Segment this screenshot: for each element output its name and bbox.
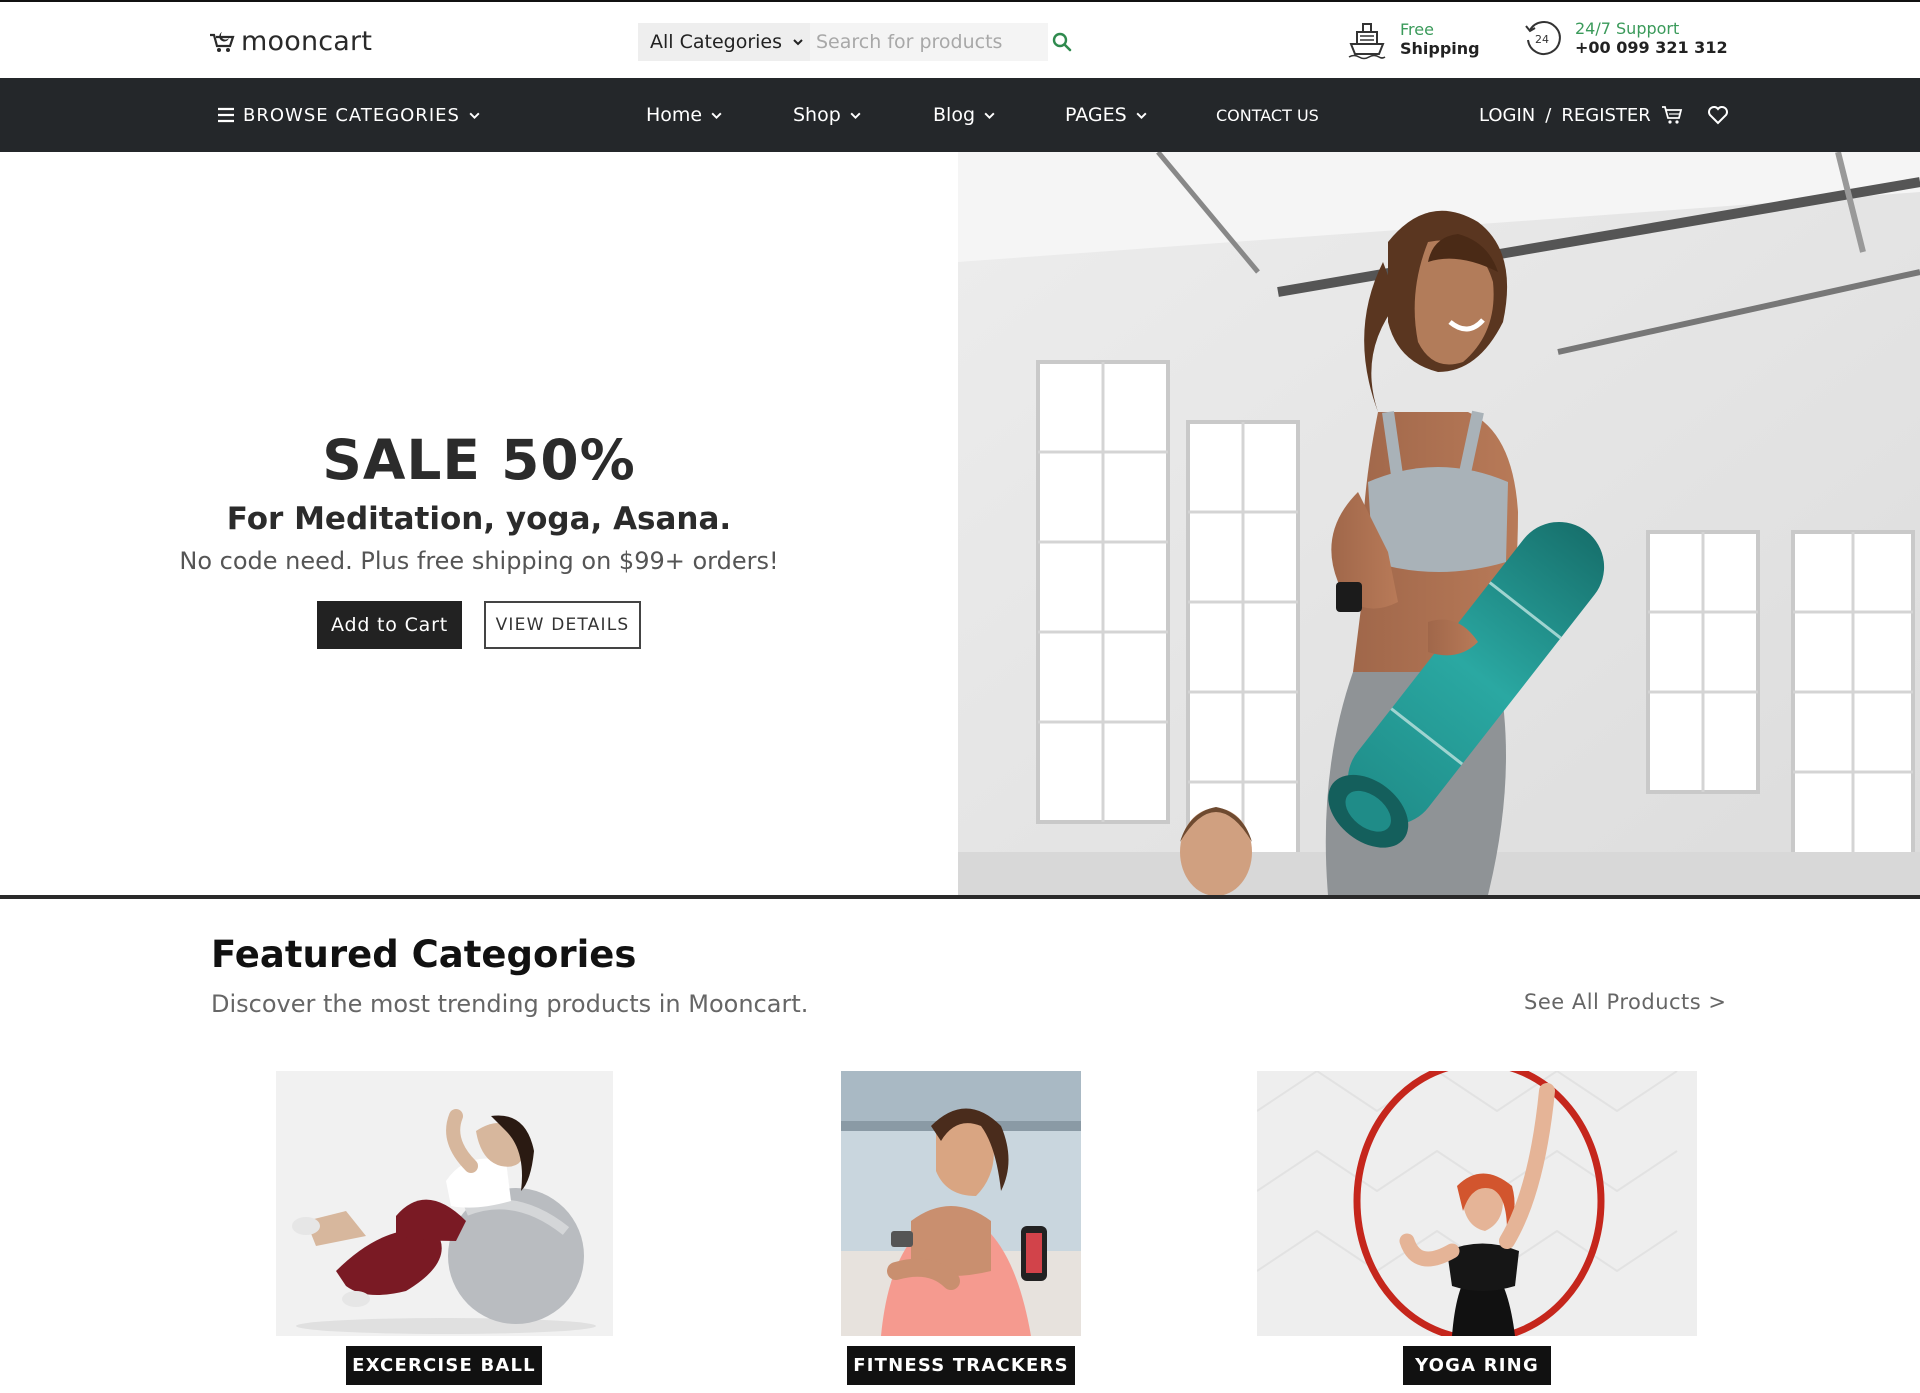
- logo[interactable]: mooncart: [207, 24, 372, 58]
- support-line1: 24/7 Support: [1575, 19, 1680, 38]
- nav-home-label: Home: [646, 104, 703, 126]
- logo-text: mooncart: [241, 25, 373, 57]
- cart-moon-icon: [210, 32, 235, 52]
- nav-pages[interactable]: PAGES: [1065, 78, 1148, 152]
- search-button[interactable]: [1048, 23, 1075, 61]
- category-label-fitness-trackers[interactable]: FITNESS TRACKERS: [847, 1346, 1075, 1385]
- category-label-exercise-ball[interactable]: EXCERCISE BALL: [346, 1346, 542, 1385]
- support-info: 24 24/7 Support +00 099 321 312: [1523, 18, 1728, 58]
- nav-contact-us[interactable]: CONTACT US: [1216, 78, 1319, 152]
- nav-blog-label: Blog: [933, 104, 975, 126]
- category-card-image-fitness-trackers[interactable]: [841, 1071, 1081, 1336]
- fitness-tracker-photo: [841, 1071, 1081, 1336]
- search-bar: All Categories: [638, 23, 1075, 61]
- category-card-image-yoga-ring[interactable]: [1257, 1071, 1697, 1336]
- exercise-ball-photo: [276, 1071, 613, 1336]
- register-link[interactable]: REGISTER: [1561, 105, 1650, 126]
- featured-description: Discover the most trending products in M…: [211, 990, 809, 1018]
- top-header: mooncart All Categories Free Shipping: [0, 0, 1920, 78]
- chevron-down-icon: [850, 112, 861, 119]
- hero-subtitle: For Meditation, yoga, Asana.: [226, 501, 732, 537]
- free-shipping-info: Free Shipping: [1346, 18, 1480, 60]
- browse-categories-label: BROWSE CATEGORIES: [243, 104, 460, 126]
- category-select[interactable]: All Categories: [638, 23, 810, 61]
- category-label-yoga-ring[interactable]: YOGA RING: [1403, 1346, 1551, 1385]
- category-card-image-exercise-ball[interactable]: [276, 1071, 613, 1336]
- category-select-value: All Categories: [650, 31, 783, 53]
- chevron-down-icon: [711, 112, 722, 119]
- hero-photo-yoga-woman: [958, 152, 1920, 895]
- nav-blog[interactable]: Blog: [933, 78, 996, 152]
- hero-divider: [0, 895, 1920, 899]
- see-all-products-link[interactable]: See All Products >: [1524, 990, 1727, 1014]
- support-24-icon: 24: [1525, 20, 1561, 55]
- hamburger-icon: [218, 107, 234, 123]
- chevron-down-icon: [793, 39, 803, 46]
- login-separator: /: [1545, 104, 1552, 126]
- nav-pages-label: PAGES: [1065, 104, 1127, 126]
- support-phone[interactable]: +00 099 321 312: [1575, 38, 1728, 57]
- hero-banner: SALE 50% For Meditation, yoga, Asana. No…: [0, 152, 1920, 895]
- view-details-button[interactable]: VIEW DETAILS: [484, 601, 641, 649]
- search-input[interactable]: [810, 23, 1048, 61]
- hero-headline: SALE 50%: [322, 428, 636, 492]
- featured-title: Featured Categories: [211, 933, 637, 976]
- hero-description: No code need. Plus free shipping on $99+…: [179, 547, 779, 575]
- heart-icon[interactable]: [1707, 105, 1729, 125]
- main-nav: BROWSE CATEGORIES Home Shop Blog PAGES C…: [0, 78, 1920, 152]
- nav-contact-label: CONTACT US: [1216, 105, 1319, 125]
- nav-shop-label: Shop: [793, 104, 841, 126]
- hero-image: [958, 152, 1920, 895]
- chevron-down-icon: [1136, 112, 1147, 119]
- cart-icon[interactable]: [1661, 105, 1683, 125]
- nav-shop[interactable]: Shop: [793, 78, 862, 152]
- shipping-line2: Shipping: [1400, 39, 1480, 58]
- ship-icon: [1348, 23, 1386, 60]
- nav-home[interactable]: Home: [646, 78, 723, 152]
- chevron-down-icon: [984, 112, 995, 119]
- chevron-down-icon: [469, 112, 480, 119]
- yoga-ring-photo: [1257, 1071, 1697, 1336]
- svg-text:24: 24: [1535, 33, 1549, 46]
- account-links: LOGIN / REGISTER: [1479, 78, 1729, 152]
- login-link[interactable]: LOGIN: [1479, 105, 1535, 126]
- hero-buttons: Add to Cart VIEW DETAILS: [0, 601, 958, 649]
- search-icon: [1052, 32, 1071, 52]
- browse-categories-button[interactable]: BROWSE CATEGORIES: [217, 78, 481, 152]
- hero-text: SALE 50% For Meditation, yoga, Asana. No…: [0, 152, 958, 895]
- shipping-line1: Free: [1400, 20, 1434, 39]
- add-to-cart-button[interactable]: Add to Cart: [317, 601, 462, 649]
